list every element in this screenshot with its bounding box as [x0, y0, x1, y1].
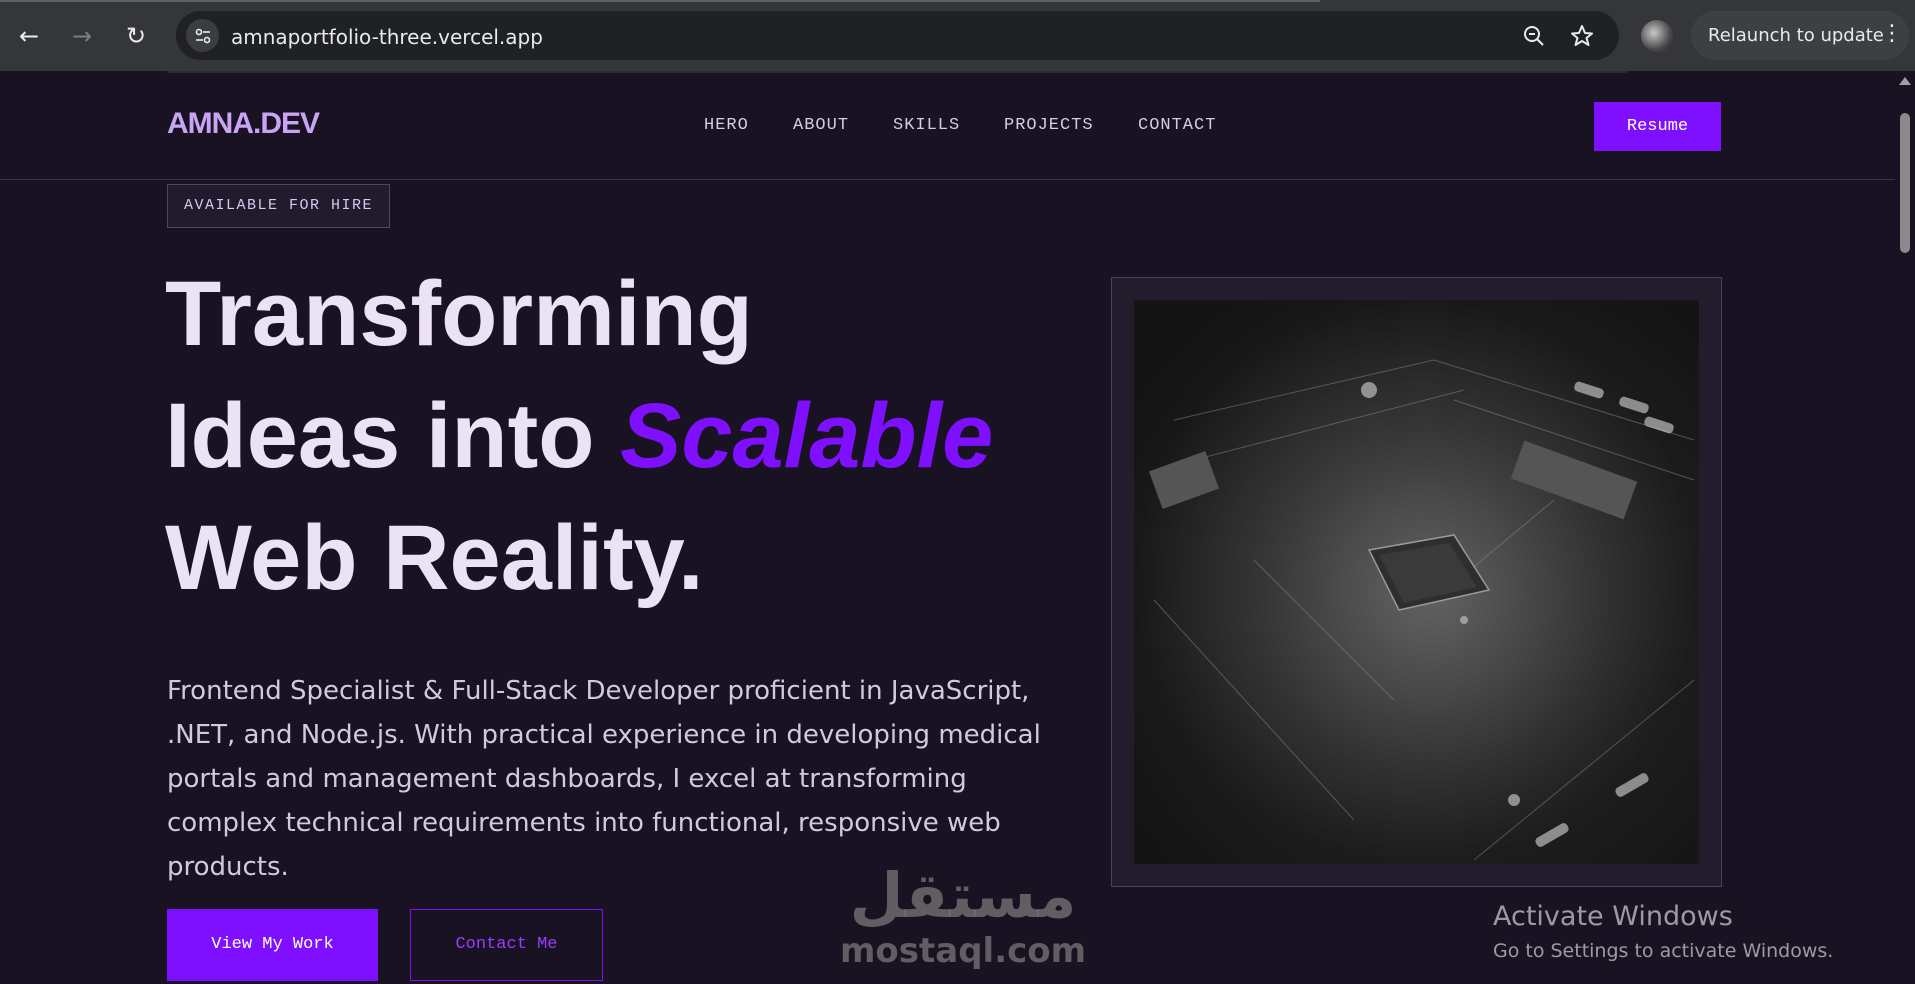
- activate-subtitle: Go to Settings to activate Windows.: [1493, 940, 1834, 962]
- availability-badge: AVAILABLE FOR HIRE: [167, 184, 390, 228]
- resume-button[interactable]: Resume: [1594, 102, 1721, 151]
- nav-link-hero[interactable]: HERO: [704, 116, 749, 135]
- url-text[interactable]: amnaportfolio-three.vercel.app: [231, 25, 543, 49]
- nav-link-about[interactable]: ABOUT: [793, 116, 849, 135]
- profile-avatar[interactable]: [1641, 20, 1673, 52]
- more-vert-icon[interactable]: ⋮: [1881, 21, 1903, 46]
- hero-image-frame: [1111, 277, 1722, 887]
- scroll-up-arrow-icon[interactable]: [1899, 77, 1911, 85]
- hero-description: Frontend Specialist & Full-Stack Develop…: [167, 676, 1041, 882]
- nav-link-contact[interactable]: CONTACT: [1138, 116, 1216, 135]
- headline-line-2-text: Ideas into: [165, 385, 620, 487]
- scrollbar-thumb[interactable]: [1900, 113, 1910, 253]
- zoom-icon[interactable]: [1520, 22, 1548, 50]
- address-bar[interactable]: amnaportfolio-three.vercel.app: [176, 11, 1619, 60]
- mostaql-watermark: مستقل mostaql.com: [840, 859, 1087, 972]
- site-header: AMNA.DEV HERO ABOUT SKILLS PROJECTS CONT…: [0, 71, 1895, 180]
- activate-windows-notice: Activate Windows Go to Settings to activ…: [1493, 901, 1833, 962]
- relaunch-button[interactable]: Relaunch to update ⋮: [1691, 11, 1909, 60]
- headline-line-3: Web Reality.: [165, 507, 704, 609]
- circuit-board-image: [1134, 300, 1699, 864]
- headline-line-1: Transforming: [165, 263, 753, 365]
- browser-toolbar: ← → ↻ amnaportfolio-three.vercel.app Rel…: [0, 0, 1915, 71]
- site-logo[interactable]: AMNA.DEV: [167, 107, 320, 141]
- nav-link-projects[interactable]: PROJECTS: [1004, 116, 1094, 135]
- watermark-arabic: مستقل: [849, 859, 1077, 932]
- watermark-latin: mostaql.com: [840, 931, 1087, 971]
- forward-arrow-icon[interactable]: →: [66, 20, 98, 52]
- view-work-button[interactable]: View My Work: [167, 909, 378, 981]
- contact-me-button[interactable]: Contact Me: [410, 909, 603, 981]
- portfolio-page: AMNA.DEV HERO ABOUT SKILLS PROJECTS CONT…: [0, 71, 1895, 984]
- loading-bar: [0, 0, 1320, 2]
- headline-accent-word: Scalable: [619, 385, 994, 487]
- page-scrollbar[interactable]: [1895, 71, 1915, 984]
- relaunch-label: Relaunch to update: [1708, 25, 1884, 46]
- nav-link-skills[interactable]: SKILLS: [893, 116, 960, 135]
- headline-line-2: Ideas into Scalable: [165, 375, 1065, 497]
- site-info-icon[interactable]: [186, 19, 219, 52]
- header-top-divider: [167, 71, 1627, 73]
- bookmark-star-icon[interactable]: [1568, 22, 1596, 50]
- back-arrow-icon[interactable]: ←: [13, 20, 45, 52]
- activate-title: Activate Windows: [1493, 901, 1733, 932]
- reload-icon[interactable]: ↻: [120, 20, 152, 52]
- hero-headline: Transforming Ideas into Scalable Web Rea…: [165, 253, 1065, 619]
